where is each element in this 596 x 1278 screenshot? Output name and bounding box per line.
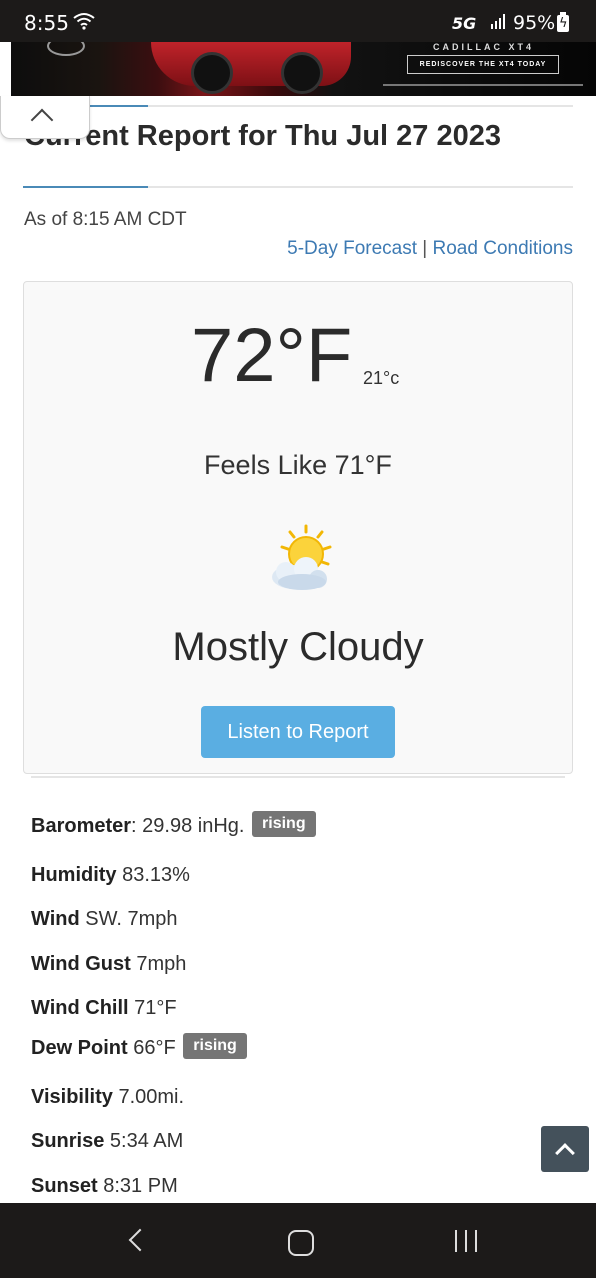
report-links: 5-Day Forecast | Road Conditions [287, 238, 573, 260]
detail-wind-gust: Wind Gust 7mph [31, 953, 186, 976]
condition-text: Mostly Cloudy [172, 625, 424, 669]
ad-fine-print [383, 84, 583, 86]
ad-car-wheel [281, 52, 323, 94]
page-title: Current Report for Thu Jul 27 2023 [24, 120, 501, 152]
detail-barometer: Barometer: 29.98 inHg. rising [31, 811, 316, 841]
detail-value: 29.98 inHg. [142, 815, 245, 837]
navigation-bar [0, 1203, 596, 1278]
detail-value: SW. 7mph [85, 908, 178, 930]
back-nav-icon[interactable] [128, 1228, 152, 1252]
status-time: 8:55 [24, 11, 69, 35]
signal-icon [491, 14, 505, 29]
road-conditions-link[interactable]: Road Conditions [433, 238, 573, 259]
detail-label: Humidity [31, 864, 117, 886]
battery-percent: 95% [513, 12, 556, 34]
detail-wind-chill: Wind Chill 71°F [31, 997, 177, 1020]
divider-accent [88, 105, 148, 107]
home-nav-icon[interactable] [288, 1230, 314, 1256]
listen-to-report-button[interactable]: Listen to Report [201, 706, 395, 758]
detail-value: 7.00mi. [118, 1086, 185, 1108]
detail-value: 71°F [134, 997, 177, 1019]
divider [88, 105, 573, 107]
detail-sunset: Sunset 8:31 PM [31, 1175, 178, 1198]
detail-value: 5:34 AM [109, 1130, 184, 1152]
detail-label: Visibility [31, 1086, 113, 1108]
card-divider [31, 776, 565, 778]
detail-humidity: Humidity 83.13% [31, 864, 190, 887]
detail-visibility: Visibility 7.00mi. [31, 1086, 184, 1109]
cadillac-logo-icon [47, 42, 85, 56]
ad-cta-button[interactable]: REDISCOVER THE XT4 TODAY [407, 55, 559, 74]
chevron-up-icon [555, 1143, 575, 1163]
temperature-fahrenheit: 72°F [191, 313, 353, 398]
detail-value: 7mph [136, 953, 187, 975]
back-to-top-button[interactable] [541, 1126, 589, 1172]
collapse-ad-button[interactable] [0, 96, 90, 139]
chevron-up-icon [30, 108, 54, 132]
detail-value: 83.13% [122, 864, 190, 886]
detail-label: Sunset [31, 1175, 98, 1197]
detail-value: 66°F [133, 1037, 176, 1059]
trend-badge: rising [252, 811, 316, 837]
detail-label: Dew Point [31, 1037, 128, 1059]
detail-label: Barometer [31, 815, 132, 837]
detail-dew-point: Dew Point 66°F rising [31, 1033, 247, 1063]
detail-label: Wind Chill [31, 997, 129, 1019]
trend-badge: rising [183, 1033, 247, 1059]
partly-cloudy-sun-icon [272, 524, 332, 590]
as-of-time: As of 8:15 AM CDT [24, 209, 187, 230]
detail-value: 8:31 PM [103, 1175, 178, 1197]
detail-sunrise: Sunrise 5:34 AM [31, 1130, 183, 1153]
link-separator: | [422, 238, 428, 259]
wifi-icon [73, 13, 95, 30]
temperature-celsius: 21°c [363, 368, 400, 388]
ad-brand: CADILLAC XT4 [433, 42, 534, 52]
title-divider-accent [23, 186, 148, 188]
detail-label: Sunrise [31, 1130, 105, 1152]
feels-like: Feels Like 71°F [204, 450, 392, 480]
ad-car-wheel [191, 52, 233, 94]
charging-bolt-icon: ϟ [559, 16, 568, 31]
ad-banner[interactable]: CADILLAC XT4 REDISCOVER THE XT4 TODAY [11, 42, 596, 96]
current-conditions-card: 72°F 21°c Feels Like 71°F Mostly Cloudy … [23, 281, 573, 774]
five-day-forecast-link[interactable]: 5-Day Forecast [287, 238, 417, 259]
detail-wind: Wind SW. 7mph [31, 908, 178, 931]
network-type: 5G [452, 14, 477, 33]
detail-label: Wind Gust [31, 953, 131, 975]
status-bar: 8:55 5G 95% ϟ [0, 0, 596, 42]
detail-label: Wind [31, 908, 80, 930]
recent-apps-icon[interactable] [455, 1230, 479, 1252]
